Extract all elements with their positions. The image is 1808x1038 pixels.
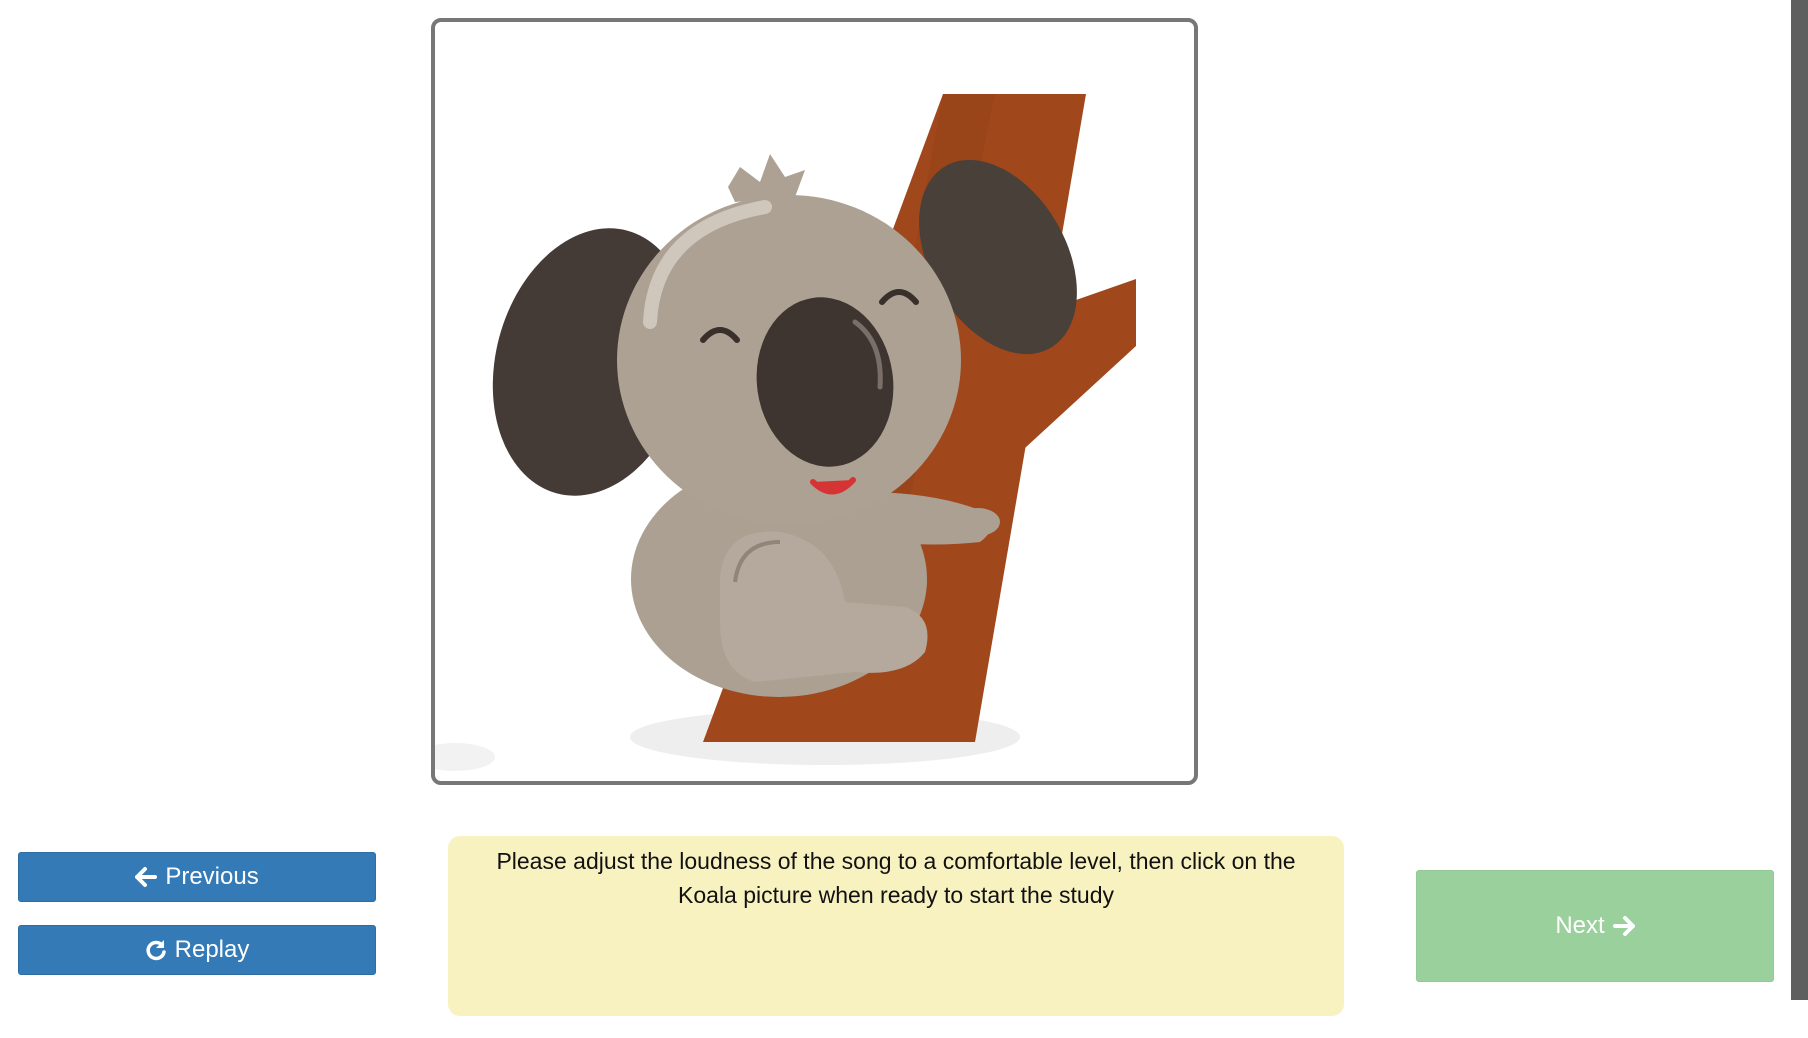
- rotate-right-icon: [145, 939, 167, 961]
- replay-button-label: Replay: [174, 936, 250, 963]
- arrow-left-icon: [135, 866, 158, 888]
- study-page: Previous Replay Please adjust the loudne…: [0, 0, 1808, 1038]
- koala-illustration: [435, 94, 1136, 771]
- replay-button[interactable]: Replay: [18, 925, 376, 975]
- previous-button[interactable]: Previous: [18, 852, 376, 902]
- arrow-right-icon: [1612, 915, 1635, 937]
- scrollbar[interactable]: [1791, 0, 1808, 1000]
- previous-button-label: Previous: [165, 863, 259, 890]
- next-button-label: Next: [1555, 912, 1605, 939]
- koala-picture[interactable]: [431, 18, 1198, 785]
- instructions-text: Please adjust the loudness of the song t…: [496, 848, 1296, 908]
- next-button[interactable]: Next: [1416, 870, 1774, 982]
- instructions-panel: Please adjust the loudness of the song t…: [448, 836, 1344, 1016]
